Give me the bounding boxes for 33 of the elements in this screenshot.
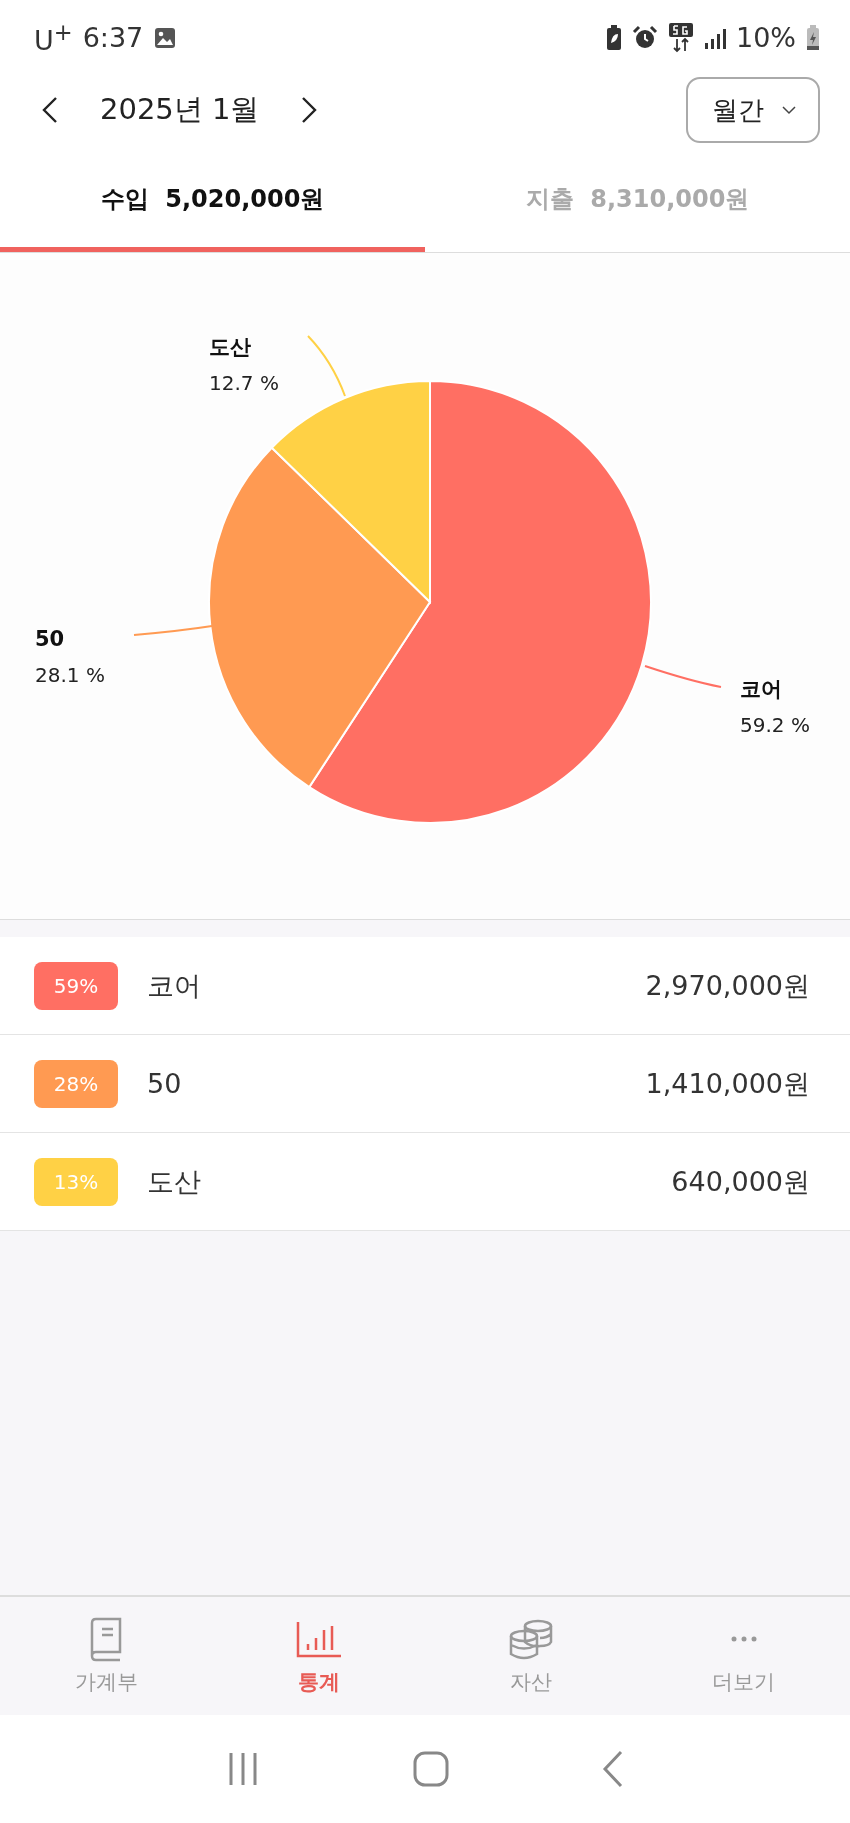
- percent-badge: 28%: [34, 1059, 118, 1108]
- clock-time: 6:37: [82, 22, 144, 53]
- category-row[interactable]: 28% 50 1,410,000원: [0, 1035, 850, 1133]
- network-5g-icon: [668, 22, 694, 53]
- slice-label: 50: [35, 627, 65, 651]
- period-title: 2025년 1월: [100, 91, 260, 128]
- view-dropdown[interactable]: 월간: [686, 77, 820, 143]
- category-amount: 1,410,000원: [645, 1066, 810, 1101]
- category-name: 50: [147, 1068, 182, 1099]
- category-row[interactable]: 59% 코어 2,970,000원: [0, 937, 850, 1035]
- slice-percent: 28.1 %: [35, 663, 105, 687]
- battery-charging-icon: [806, 24, 820, 51]
- battery-percent: 10%: [736, 22, 796, 53]
- more-icon: [730, 1636, 757, 1642]
- home-icon[interactable]: [412, 1750, 450, 1788]
- category-name: 도산: [147, 1164, 201, 1199]
- carrier-label: U$^{+}$: [34, 19, 73, 56]
- slice-percent: 12.7 %: [209, 371, 279, 395]
- category-name: 코어: [147, 968, 201, 1003]
- category-amount: 2,970,000원: [645, 968, 810, 1003]
- category-row[interactable]: 13% 도산 640,000원: [0, 1133, 850, 1231]
- back-icon[interactable]: [600, 1750, 625, 1788]
- chevron-down-icon: [782, 105, 796, 115]
- slice-percent: 59.2 %: [740, 713, 810, 737]
- alarm-icon: [632, 24, 658, 51]
- image-icon: [153, 25, 178, 50]
- percent-badge: 13%: [34, 1157, 118, 1206]
- category-amount: 640,000원: [671, 1164, 810, 1199]
- battery-saver-icon: [606, 24, 622, 51]
- slice-label: 도산: [209, 335, 251, 359]
- slice-label: 코어: [740, 677, 782, 701]
- leader-line: [307, 335, 346, 397]
- percent-badge: 59%: [34, 961, 118, 1010]
